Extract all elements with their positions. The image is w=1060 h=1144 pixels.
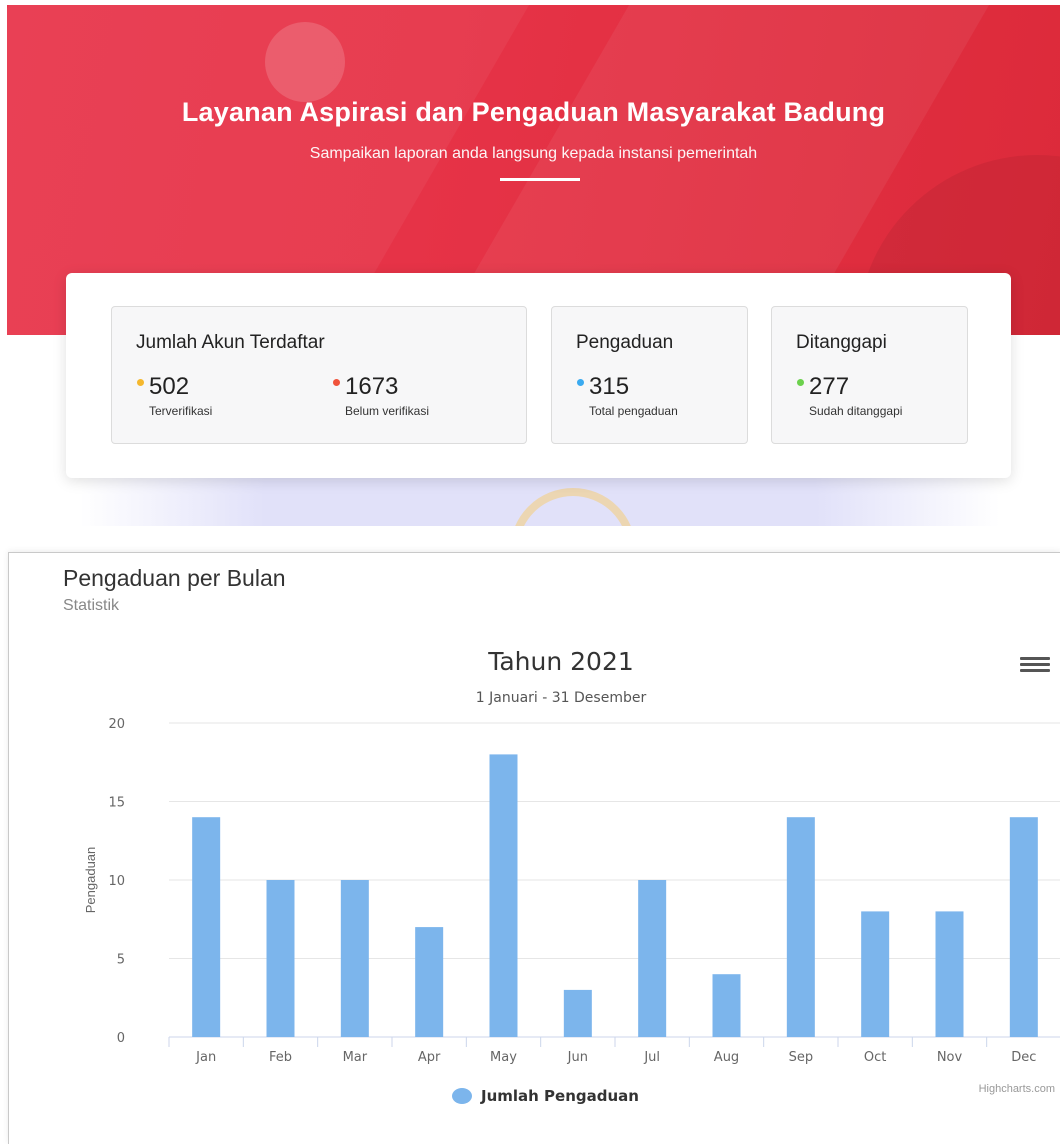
x-tick-label: Jun [567,1050,588,1065]
stat-value: 315 [589,373,630,400]
x-tick-label: Feb [269,1050,292,1065]
bar [712,974,741,1037]
bar [192,817,221,1037]
x-tick-label: Apr [418,1050,441,1065]
stat-title-responded: Ditanggapi [796,332,887,353]
y-tick-label: 10 [108,874,125,889]
highcharts-credits-link[interactable]: Highcharts.com [979,1083,1055,1095]
chart-subtitle: 1 Januari - 31 Desember [476,690,647,706]
x-tick-label: Sep [789,1050,814,1065]
stat-box-complaints: Pengaduan 315 Total pengaduan [551,306,748,444]
bar [638,880,667,1037]
stat-label: Sudah ditanggapi [809,404,903,418]
bar [935,911,964,1037]
stats-card: Jumlah Akun Terdaftar 502 Terverifikasi … [66,273,1011,478]
stat-title-complaints: Pengaduan [576,332,674,353]
x-tick-label: Dec [1011,1050,1036,1065]
x-tick-label: Oct [864,1050,886,1065]
bar [786,817,815,1037]
legend-marker [452,1088,472,1104]
bar [340,880,369,1037]
bar-chart: Tahun 2021 1 Januari - 31 Desember 0 5 10 15 2… [83,647,1060,1105]
x-tick-label: May [490,1050,517,1065]
stat-title-accounts: Jumlah Akun Terdaftar [136,332,325,353]
bar [415,927,444,1037]
status-dot [137,379,144,386]
stat-label: Belum verifikasi [345,404,430,418]
y-axis-title: Pengaduan [83,847,98,914]
hero-bubble [265,22,345,102]
hero-divider [500,178,580,181]
status-dot [577,379,584,386]
stat-label: Terverifikasi [149,404,213,418]
y-tick-label: 5 [117,953,125,968]
status-dot [333,379,340,386]
stat-box-responded: Ditanggapi 277 Sudah ditanggapi [771,306,968,444]
x-tick-label: Jan [195,1050,216,1065]
bar [861,911,890,1037]
stat-label: Total pengaduan [589,404,678,418]
y-tick-label: 15 [108,796,125,811]
y-tick-label: 20 [108,717,125,732]
hamburger-menu-icon[interactable] [1020,657,1050,673]
hero-title: Layanan Aspirasi dan Pengaduan Masyaraka… [181,97,886,127]
x-tick-label: Nov [937,1050,963,1065]
stat-value: 1673 [345,373,399,400]
stat-box-accounts: Jumlah Akun Terdaftar 502 Terverifikasi … [111,306,527,444]
bar [489,754,518,1037]
hero-subtitle: Sampaikan laporan anda langsung kepada i… [309,145,758,162]
bar [266,880,295,1037]
x-tick-label: Mar [343,1050,368,1065]
stat-value: 277 [809,373,850,400]
stat-value: 502 [149,373,190,400]
status-dot [797,379,804,386]
y-tick-label: 0 [117,1031,125,1046]
chart-title: Tahun 2021 [487,647,634,676]
bar [563,989,592,1037]
x-tick-label: Aug [714,1050,739,1065]
background-emblem [40,478,1020,526]
legend-label: Jumlah Pengaduan [480,1087,639,1105]
x-tick-label: Jul [643,1050,660,1065]
chart-panel: Pengaduan per Bulan Statistik Tahun 2021… [8,552,1060,1144]
bar [1009,817,1038,1037]
